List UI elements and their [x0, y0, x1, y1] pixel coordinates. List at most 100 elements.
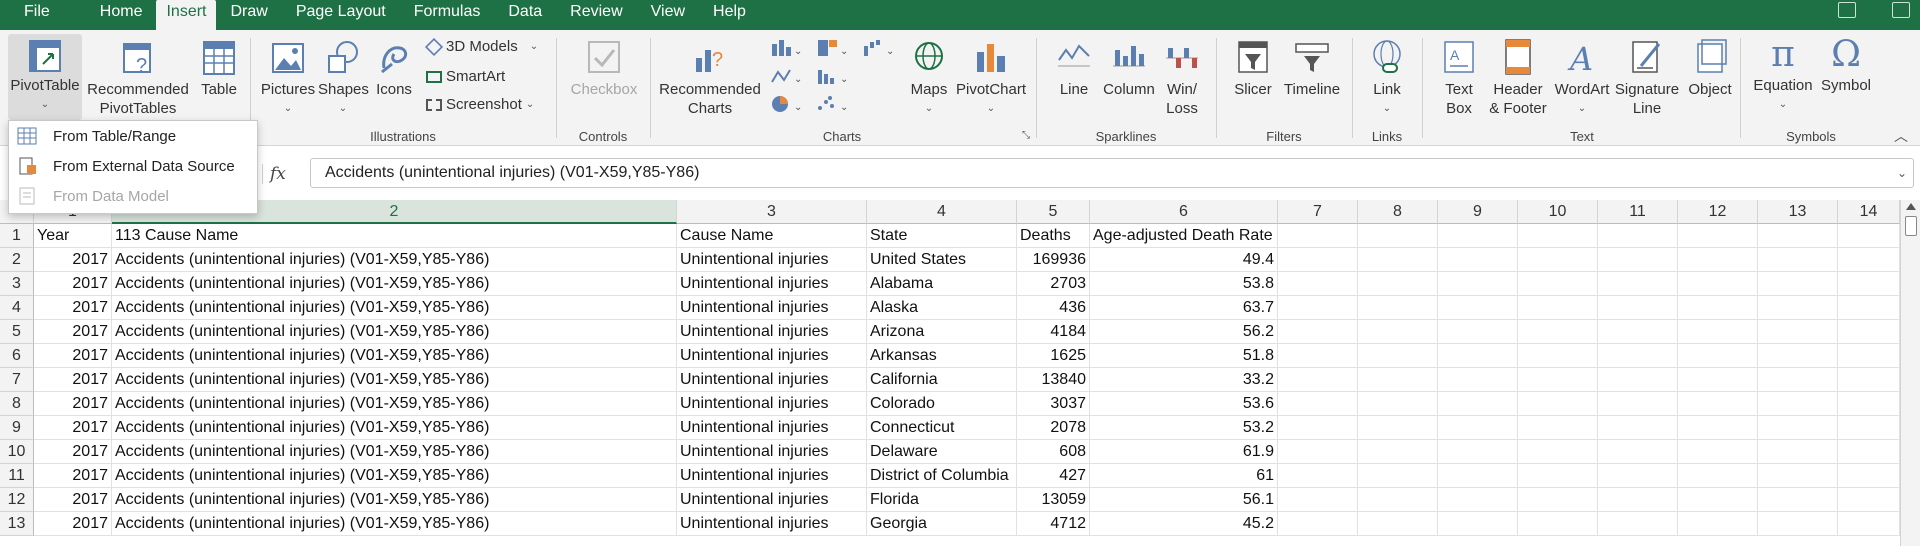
cell[interactable]: [1758, 512, 1838, 536]
cell[interactable]: Arkansas: [867, 344, 1017, 368]
cell[interactable]: [1758, 440, 1838, 464]
cell[interactable]: Unintentional injuries: [677, 320, 867, 344]
cell[interactable]: [1758, 416, 1838, 440]
cell[interactable]: 2017: [34, 440, 112, 464]
cell[interactable]: 2017: [34, 392, 112, 416]
pie-chart-button[interactable]: ⌄: [770, 94, 804, 114]
cell[interactable]: [1438, 296, 1518, 320]
cell[interactable]: [1838, 272, 1900, 296]
cell[interactable]: [1518, 272, 1598, 296]
cell[interactable]: [1278, 416, 1358, 440]
cell[interactable]: [1598, 416, 1678, 440]
cell[interactable]: District of Columbia: [867, 464, 1017, 488]
from-table-range-item[interactable]: From Table/Range: [9, 121, 257, 151]
cell[interactable]: [1358, 272, 1438, 296]
pivottable-button[interactable]: PivotTable ⌄: [8, 34, 82, 120]
cell[interactable]: [1678, 440, 1758, 464]
tab-view[interactable]: View: [637, 0, 699, 30]
cell[interactable]: [1838, 392, 1900, 416]
cell[interactable]: [1838, 368, 1900, 392]
column-header-8[interactable]: 8: [1358, 200, 1438, 224]
cell[interactable]: [1438, 368, 1518, 392]
cell[interactable]: [1598, 440, 1678, 464]
sparkline-column-button[interactable]: Column: [1100, 34, 1158, 99]
cell[interactable]: [1438, 488, 1518, 512]
cell[interactable]: [1358, 440, 1438, 464]
cell[interactable]: [1838, 440, 1900, 464]
cell[interactable]: Unintentional injuries: [677, 488, 867, 512]
row-header-10[interactable]: 10: [0, 440, 34, 464]
cell[interactable]: 2017: [34, 272, 112, 296]
hierarchy-chart-button[interactable]: ⌄: [816, 38, 850, 58]
cell[interactable]: [1598, 320, 1678, 344]
expand-formula-icon[interactable]: ⌄: [1897, 159, 1907, 187]
cell[interactable]: Delaware: [867, 440, 1017, 464]
cell[interactable]: 61: [1090, 464, 1278, 488]
cell[interactable]: Unintentional injuries: [677, 272, 867, 296]
cell[interactable]: [1678, 320, 1758, 344]
slicer-button[interactable]: Slicer: [1228, 34, 1278, 99]
cell[interactable]: [1838, 512, 1900, 536]
cell[interactable]: [1358, 224, 1438, 248]
screenshot-button[interactable]: Screenshot ⌄: [426, 96, 534, 113]
fx-icon[interactable]: fx: [270, 164, 286, 184]
cell[interactable]: [1758, 224, 1838, 248]
cell[interactable]: [1758, 248, 1838, 272]
wordart-button[interactable]: A WordArt ⌄: [1552, 34, 1612, 118]
cell[interactable]: Florida: [867, 488, 1017, 512]
cell[interactable]: [1438, 344, 1518, 368]
cell[interactable]: [1758, 344, 1838, 368]
cell[interactable]: Cause Name: [677, 224, 867, 248]
cell[interactable]: [1518, 368, 1598, 392]
cell[interactable]: [1278, 392, 1358, 416]
link-button[interactable]: Link ⌄: [1364, 34, 1410, 118]
cell[interactable]: [1758, 392, 1838, 416]
cell[interactable]: [1358, 392, 1438, 416]
equation-button[interactable]: π Equation ⌄: [1748, 34, 1818, 114]
cell[interactable]: 2017: [34, 464, 112, 488]
cell[interactable]: 427: [1017, 464, 1090, 488]
cell[interactable]: [1278, 344, 1358, 368]
scroll-thumb[interactable]: [1904, 216, 1917, 236]
cell[interactable]: [1278, 464, 1358, 488]
cell[interactable]: [1678, 464, 1758, 488]
row-header-4[interactable]: 4: [0, 296, 34, 320]
tab-review[interactable]: Review: [556, 0, 636, 30]
cell[interactable]: [1678, 296, 1758, 320]
cell[interactable]: 56.2: [1090, 320, 1278, 344]
dialog-launcher-icon[interactable]: ⤡: [1022, 130, 1030, 141]
cell[interactable]: [1358, 320, 1438, 344]
cell[interactable]: [1438, 320, 1518, 344]
cell[interactable]: [1278, 368, 1358, 392]
cell[interactable]: [1438, 440, 1518, 464]
cell[interactable]: [1438, 464, 1518, 488]
cell[interactable]: [1358, 248, 1438, 272]
column-header-9[interactable]: 9: [1438, 200, 1518, 224]
scroll-up-icon[interactable]: [1905, 203, 1916, 210]
pivotchart-button[interactable]: PivotChart ⌄: [954, 34, 1028, 118]
cell[interactable]: [1438, 224, 1518, 248]
column-header-11[interactable]: 11: [1598, 200, 1678, 224]
cell[interactable]: 3037: [1017, 392, 1090, 416]
line-chart-button[interactable]: ⌄: [770, 66, 804, 86]
cell[interactable]: [1838, 224, 1900, 248]
cell[interactable]: 1625: [1017, 344, 1090, 368]
shapes-button[interactable]: Shapes ⌄: [318, 34, 369, 118]
cell[interactable]: 33.2: [1090, 368, 1278, 392]
cell[interactable]: 608: [1017, 440, 1090, 464]
cell[interactable]: [1358, 416, 1438, 440]
cell[interactable]: [1598, 272, 1678, 296]
row-header-6[interactable]: 6: [0, 344, 34, 368]
sparkline-line-button[interactable]: Line: [1052, 34, 1096, 99]
cell[interactable]: 2017: [34, 488, 112, 512]
cell[interactable]: [1438, 272, 1518, 296]
header-footer-button[interactable]: Header & Footer: [1486, 34, 1550, 118]
cell[interactable]: [1278, 296, 1358, 320]
cell[interactable]: [1838, 320, 1900, 344]
cell[interactable]: State: [867, 224, 1017, 248]
cell[interactable]: [1518, 344, 1598, 368]
cell[interactable]: [1438, 392, 1518, 416]
cell[interactable]: Accidents (unintentional injuries) (V01-…: [112, 488, 677, 512]
tab-page-layout[interactable]: Page Layout: [282, 0, 400, 30]
column-header-7[interactable]: 7: [1278, 200, 1358, 224]
